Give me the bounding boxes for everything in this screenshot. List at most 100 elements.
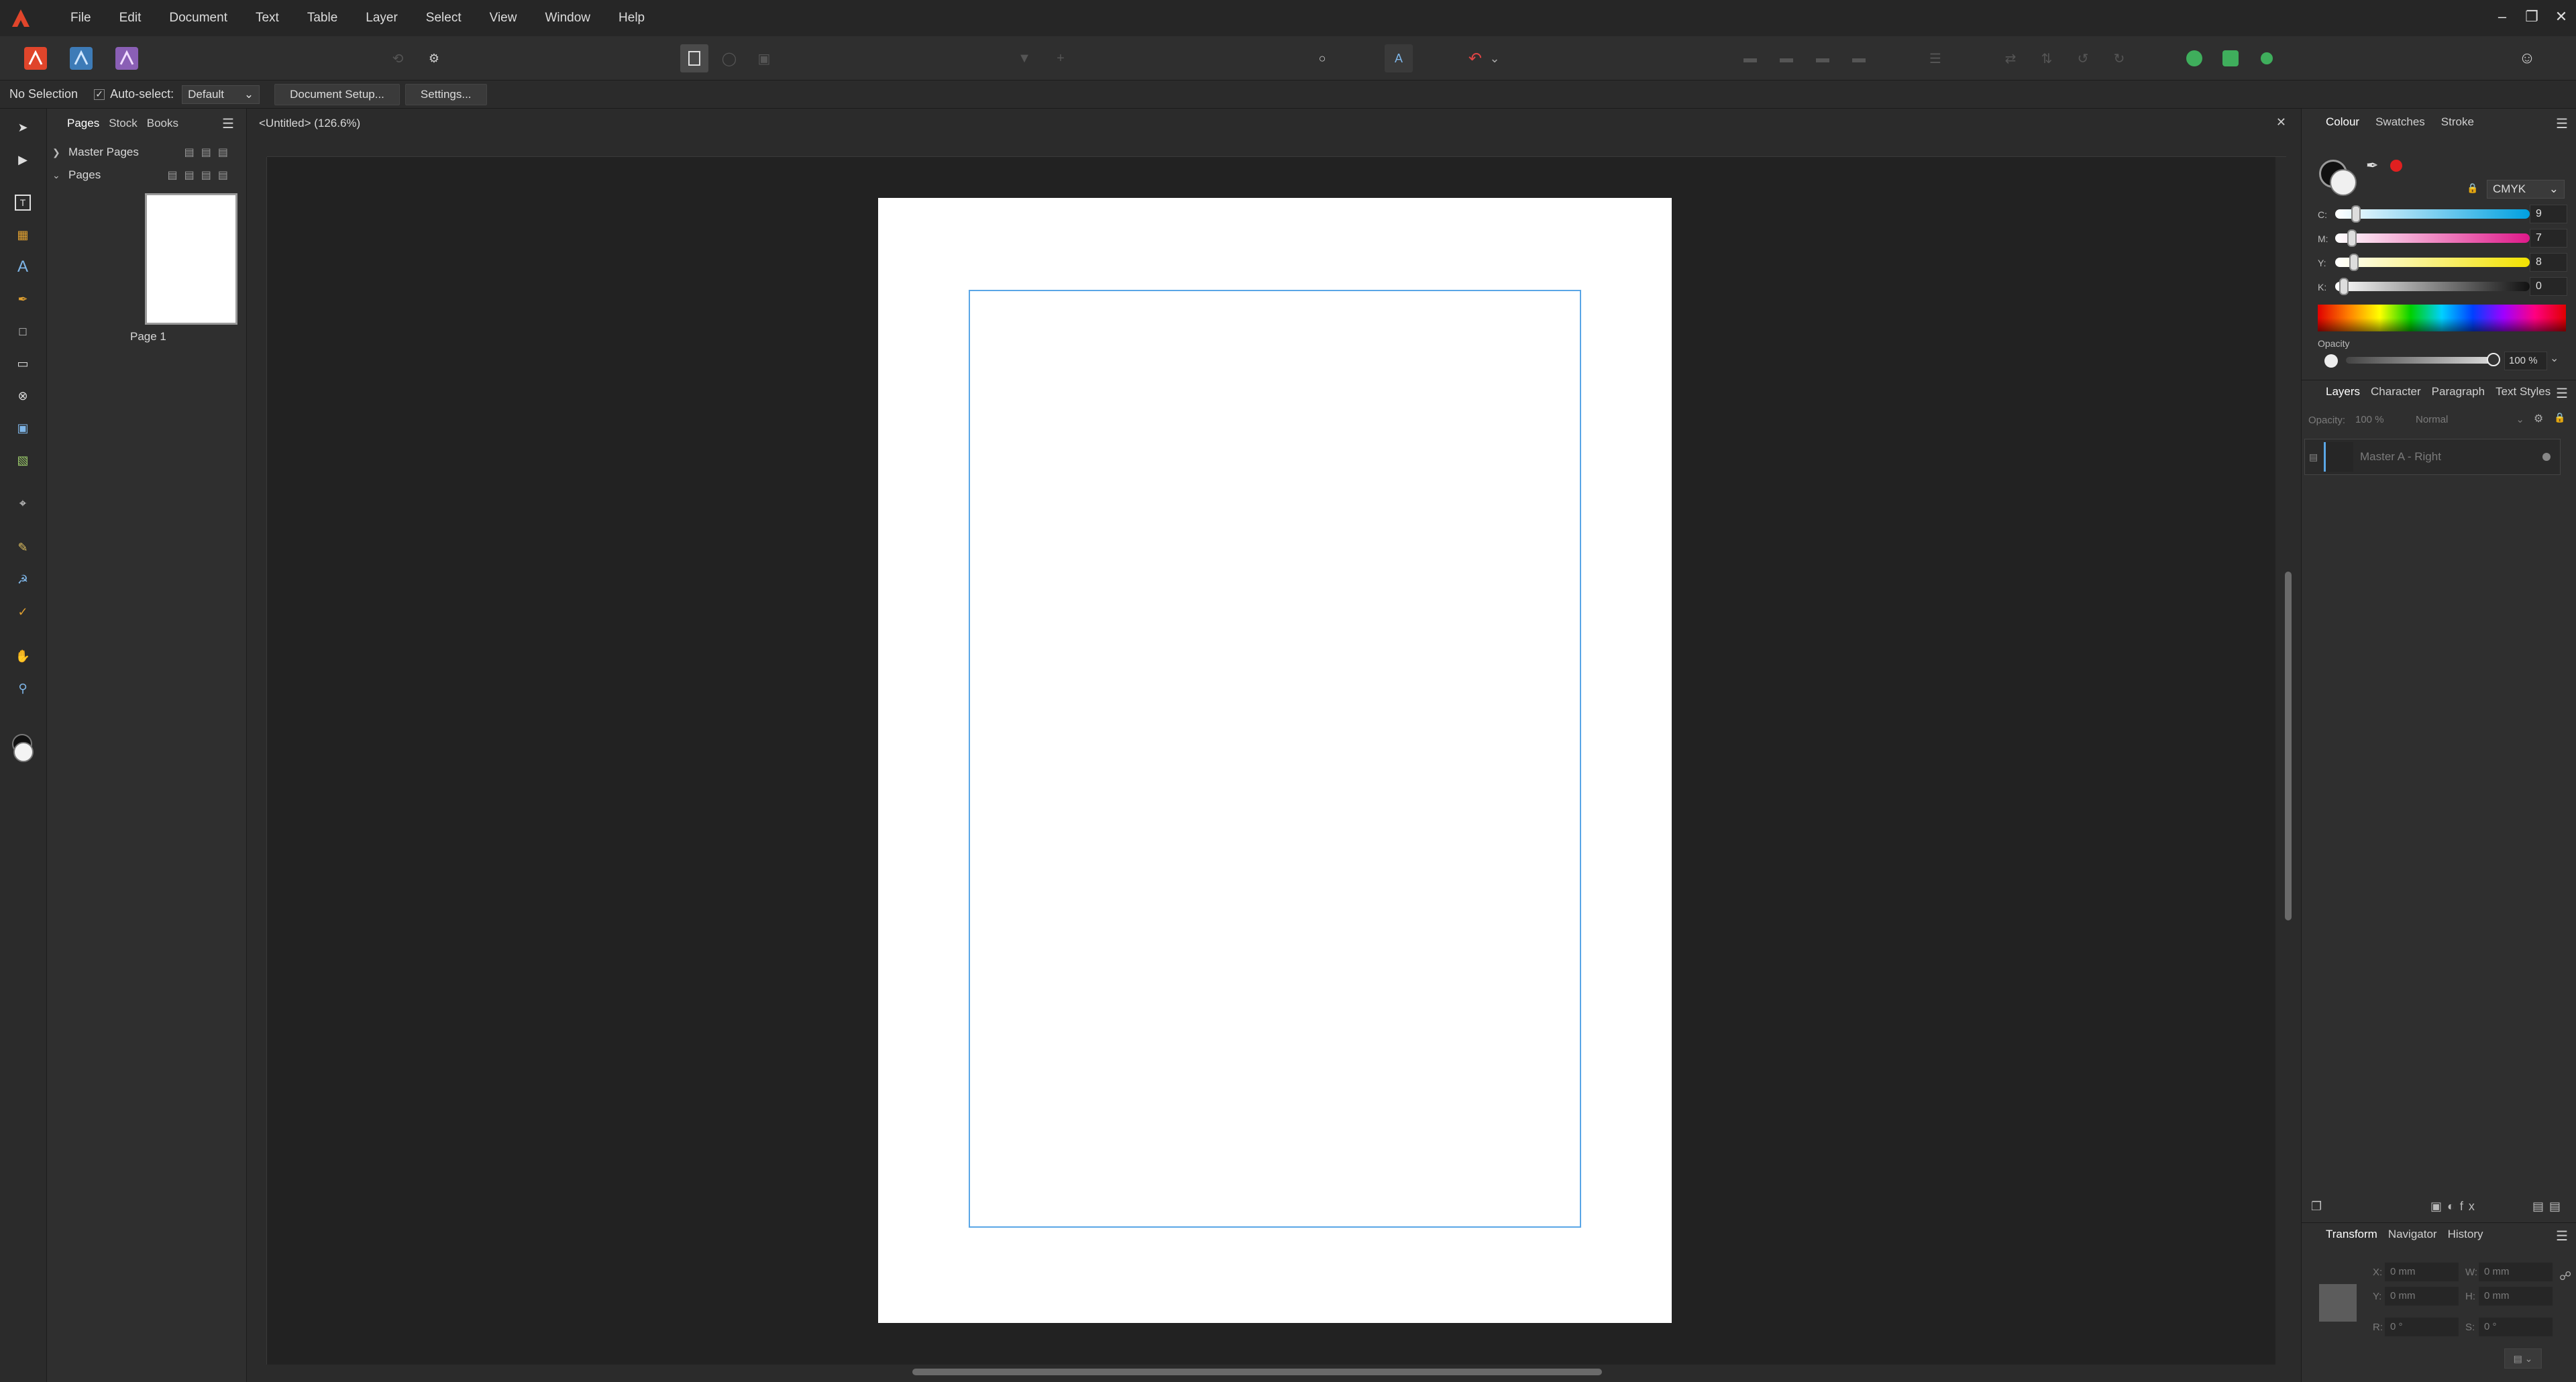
horizontal-scrollbar[interactable] [912,1369,1602,1375]
master-pages-section[interactable]: ❯ Master Pages ▤▤▤ [52,142,240,162]
tab-paragraph[interactable]: Paragraph [2432,385,2485,398]
channel-m-value[interactable]: 7 [2530,229,2567,248]
text-frame-icon[interactable]: A [1385,44,1413,72]
transform-s-value[interactable]: 0 ° [2479,1318,2553,1336]
layer-visibility-icon[interactable] [2542,453,2551,461]
lock-icon[interactable]: 🔒 [2467,182,2478,194]
ellipse-frame-tool-icon[interactable]: ⊗ [11,384,35,408]
menu-layer[interactable]: Layer [352,0,412,36]
layer-add-icon[interactable]: ❐ [2311,1200,2322,1214]
layer-lock-icon[interactable]: 🔒 [2554,412,2565,423]
restore-icon[interactable]: ❐ [2517,8,2546,25]
tab-character[interactable]: Character [2371,385,2421,398]
opacity-value[interactable]: 100 % [2504,352,2547,370]
channel-y-slider[interactable] [2335,258,2530,267]
channel-c-slider[interactable] [2335,209,2530,219]
frame-text-tool-icon[interactable]: T [11,191,35,215]
close-icon[interactable]: ✕ [2546,8,2576,25]
fill-tool-icon[interactable]: ✎ [11,535,35,560]
publisher-persona-button[interactable] [21,44,50,72]
aspect-link-icon[interactable]: ☍ [2559,1269,2571,1283]
channel-m-slider[interactable] [2335,233,2530,243]
menu-file[interactable]: File [56,0,105,36]
tab-colour[interactable]: Colour [2326,115,2359,129]
transform-y-value[interactable]: 0 mm [2385,1287,2459,1306]
arrange-back-icon[interactable]: ▬ [1736,44,1764,72]
menu-edit[interactable]: Edit [105,0,156,36]
arrange-forward-icon[interactable]: ▬ [1809,44,1837,72]
colour-fill-stroke-swatch[interactable] [2319,160,2357,197]
channel-k-value[interactable]: 0 [2530,277,2567,296]
photo-persona-button[interactable] [113,44,141,72]
tab-text-styles[interactable]: Text Styles [2496,385,2551,398]
boolean-intersect-icon[interactable] [2253,44,2281,72]
eyedropper-icon[interactable]: ✒ [2366,157,2378,174]
crop-tool-icon[interactable]: ⌖ [11,491,35,515]
vertical-scrollbar[interactable] [2285,572,2292,920]
pages-section[interactable]: ⌄ Pages ▤▤▤▤ [52,165,240,185]
align-icon[interactable]: ☰ [1921,44,1949,72]
opacity-slider[interactable] [2346,357,2495,364]
table-tool-icon[interactable]: ▦ [11,223,35,247]
channel-y-value[interactable]: 8 [2530,253,2567,272]
vector-crop-tool-icon[interactable]: ▧ [11,448,35,472]
transform-panel-menu-icon[interactable]: ☰ [2556,1228,2568,1244]
hand-tool-icon[interactable]: ✋ [11,644,35,668]
colour-spectrum[interactable] [2318,305,2566,331]
settings-button[interactable]: Settings... [405,83,487,105]
opacity-slider-knob[interactable] [2487,353,2500,366]
auto-select-checkbox[interactable]: ✓ [94,89,105,100]
view-mode-normal-icon[interactable] [680,44,708,72]
preferences-gear-icon[interactable]: ⚙ [420,44,448,72]
menu-text[interactable]: Text [241,0,293,36]
snapping-dropdown-chevron-icon[interactable]: ⌄ [1488,44,1501,72]
tab-books[interactable]: Books [147,117,178,130]
anchor-selector[interactable] [2319,1284,2357,1322]
page-actions-icon[interactable]: ▤▤▤▤ [168,168,235,182]
arrange-front-icon[interactable]: ▬ [1845,44,1873,72]
channel-k-slider[interactable] [2335,282,2530,291]
menu-select[interactable]: Select [412,0,476,36]
place-image-tool-icon[interactable]: ▣ [11,416,35,440]
layer-row[interactable]: ▤ Master A - Right [2304,439,2561,475]
flip-horizontal-icon[interactable]: ⇄ [1996,44,2025,72]
layers-panel-menu-icon[interactable]: ☰ [2556,385,2568,402]
channel-m-slider-knob[interactable] [2347,229,2357,247]
picture-frame-tool-icon[interactable]: ▭ [11,352,35,376]
document-tab-title[interactable]: <Untitled> (126.6%) [259,117,360,130]
close-document-icon[interactable]: ✕ [2276,115,2286,129]
node-tool-icon[interactable]: ▶ [11,148,35,172]
color-picker-tool-icon[interactable]: ✓ [11,600,35,624]
panel-menu-icon[interactable]: ☰ [222,115,234,132]
boolean-subtract-icon[interactable] [2216,44,2245,72]
transform-x-value[interactable]: 0 mm [2385,1263,2459,1281]
rotate-right-icon[interactable]: ↻ [2105,44,2133,72]
horizontal-ruler[interactable] [267,141,2286,157]
menu-window[interactable]: Window [531,0,604,36]
colour-panel-menu-icon[interactable]: ☰ [2556,115,2568,132]
pen-tool-icon[interactable]: ✒ [11,287,35,311]
transform-w-value[interactable]: 0 mm [2479,1263,2553,1281]
page-thumbnail[interactable] [145,193,237,325]
arrange-backward-icon[interactable]: ▬ [1772,44,1801,72]
channel-c-value[interactable]: 9 [2530,205,2567,223]
fill-stroke-swatch[interactable] [11,733,35,762]
tab-history[interactable]: History [2448,1228,2483,1241]
vertical-ruler[interactable] [254,157,267,1365]
transform-origin-button[interactable]: ▤ ⌄ [2504,1348,2542,1369]
flip-vertical-icon[interactable]: ⇅ [2033,44,2061,72]
tab-stroke[interactable]: Stroke [2441,115,2474,129]
undo-history-icon[interactable]: ⟲ [384,44,412,72]
tab-stock[interactable]: Stock [109,117,138,130]
master-page-actions-icon[interactable]: ▤▤▤ [184,146,235,159]
colour-model-dropdown[interactable]: CMYK ⌄ [2487,180,2565,199]
boolean-add-icon[interactable] [2180,44,2208,72]
auto-select-dropdown[interactable]: Default ⌄ [182,85,260,104]
menu-help[interactable]: Help [604,0,659,36]
designer-persona-button[interactable] [67,44,95,72]
rotate-left-icon[interactable]: ↺ [2069,44,2097,72]
tab-layers[interactable]: Layers [2326,385,2360,398]
preflight-icon[interactable]: ○ [1308,44,1336,72]
menu-view[interactable]: View [476,0,531,36]
move-tool-icon[interactable]: ➤ [11,115,35,140]
